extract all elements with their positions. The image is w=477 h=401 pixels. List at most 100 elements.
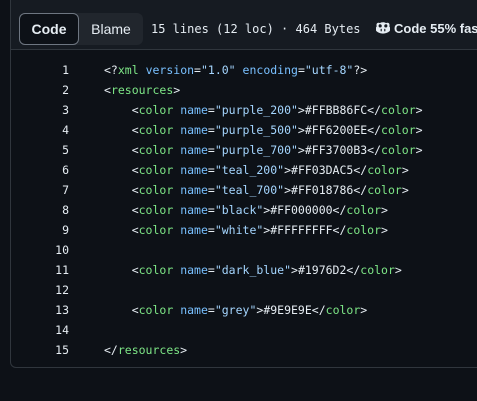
- copilot-button[interactable]: Code 55% faste: [375, 13, 477, 45]
- code-token: name: [180, 183, 208, 197]
- copilot-label: Code 55% faste: [394, 21, 477, 36]
- code-token: "teal_700": [214, 183, 285, 197]
- file-viewer: Code Blame 15 lines (12 loc) · 464 Bytes…: [10, 0, 477, 368]
- file-toolbar: Code Blame 15 lines (12 loc) · 464 Bytes…: [11, 0, 477, 50]
- file-info: 15 lines (12 loc) · 464 Bytes: [151, 22, 361, 36]
- line-number[interactable]: 4: [11, 120, 69, 140]
- code-token: =: [207, 123, 215, 137]
- code-token: ?>: [353, 63, 368, 77]
- code-token: #FF6200EE: [304, 123, 368, 137]
- code-token: >: [401, 183, 409, 197]
- code-token: </: [332, 203, 347, 217]
- code-token: xml: [117, 63, 139, 77]
- code-token: #9E9E9E: [263, 303, 312, 317]
- code-token: >: [415, 103, 423, 117]
- code-token: >: [180, 343, 188, 357]
- line-number[interactable]: 2: [11, 80, 69, 100]
- code-token: "purple_200": [214, 103, 298, 117]
- code-token: </: [311, 303, 326, 317]
- code-token: <: [104, 203, 139, 217]
- line-number[interactable]: 12: [11, 280, 69, 300]
- line-number[interactable]: 15: [11, 340, 69, 360]
- code-token: =: [207, 223, 215, 237]
- blame-tab-button[interactable]: Blame: [79, 13, 143, 45]
- code-token: "utf-8": [304, 63, 354, 77]
- line-number[interactable]: 14: [11, 320, 69, 340]
- line-code: <color name="purple_500">#FF6200EE</colo…: [104, 120, 423, 140]
- code-token: >: [381, 203, 388, 217]
- code-token: </: [353, 183, 368, 197]
- code-token: "dark_blue": [214, 263, 291, 277]
- code-token: >: [291, 263, 298, 277]
- line-number[interactable]: 7: [11, 180, 69, 200]
- code-token: resources: [110, 83, 174, 97]
- code-token: =: [207, 303, 215, 317]
- line-number[interactable]: 6: [11, 160, 69, 180]
- line-code: </resources>: [104, 340, 187, 360]
- code-token: color: [138, 103, 174, 117]
- code-token: name: [180, 223, 208, 237]
- code-line: 15 </resources>: [11, 340, 477, 360]
- code-token: color: [138, 303, 174, 317]
- code-token: resources: [117, 343, 181, 357]
- code-token: </: [346, 263, 361, 277]
- code-token: #FFFFFFFF: [270, 223, 333, 237]
- code-line: 1 <?xml version="1.0" encoding="utf-8"?>: [11, 60, 477, 80]
- code-line: 4 <color name="purple_500">#FF6200EE</co…: [11, 120, 477, 140]
- line-code: <resources>: [104, 80, 180, 100]
- code-token: color: [138, 123, 174, 137]
- line-code: <color name="white">#FFFFFFFF</color>: [104, 220, 388, 240]
- code-area: 1 <?xml version="1.0" encoding="utf-8"?> 2…: [11, 60, 477, 360]
- code-token: </: [353, 163, 368, 177]
- line-number[interactable]: 1: [11, 60, 69, 80]
- line-number[interactable]: 13: [11, 300, 69, 320]
- line-number[interactable]: 3: [11, 100, 69, 120]
- line-number[interactable]: 11: [11, 260, 69, 280]
- code-token: name: [180, 143, 208, 157]
- code-token: >: [401, 163, 409, 177]
- code-token: "black": [214, 203, 264, 217]
- code-token: name: [180, 123, 208, 137]
- code-token: "grey": [214, 303, 257, 317]
- code-token: color: [138, 163, 174, 177]
- line-number[interactable]: 10: [11, 240, 69, 260]
- code-line: 8 <color name="black">#FF000000</color>: [11, 200, 477, 220]
- code-token: color: [138, 203, 174, 217]
- code-token: >: [173, 83, 181, 97]
- code-token: name: [180, 303, 208, 317]
- code-token: name: [180, 203, 208, 217]
- code-token: </: [367, 103, 382, 117]
- code-token: >: [297, 143, 305, 157]
- code-line: 5 <color name="purple_700">#FF3700B3</co…: [11, 140, 477, 160]
- code-token: "1.0": [200, 63, 236, 77]
- code-token: color: [381, 123, 416, 137]
- code-token: <: [104, 223, 139, 237]
- code-token: name: [180, 103, 208, 117]
- code-token: =: [297, 63, 305, 77]
- code-token: color: [325, 303, 361, 317]
- view-mode-toggle: Code Blame: [19, 13, 143, 45]
- line-number[interactable]: 5: [11, 140, 69, 160]
- code-tab-button[interactable]: Code: [19, 13, 79, 45]
- code-line: 13 <color name="grey">#9E9E9E</color>: [11, 300, 477, 320]
- code-line: 11 <color name="dark_blue">#1976D2</colo…: [11, 260, 477, 280]
- code-token: name: [180, 163, 208, 177]
- code-token: #FF018786: [291, 183, 354, 197]
- line-code: <color name="grey">#9E9E9E</color>: [104, 300, 368, 320]
- code-line: 3 <color name="purple_200">#FFBB86FC</co…: [11, 100, 477, 120]
- code-token: >: [284, 163, 292, 177]
- line-code: <color name="dark_blue">#1976D2</color>: [104, 260, 402, 280]
- code-token: <: [104, 143, 139, 157]
- line-number[interactable]: 8: [11, 200, 69, 220]
- code-token: color: [138, 223, 174, 237]
- code-token: <: [104, 303, 139, 317]
- code-token: version: [145, 63, 195, 77]
- line-number[interactable]: 9: [11, 220, 69, 240]
- code-token: =: [194, 63, 201, 77]
- code-token: "teal_200": [214, 163, 285, 177]
- code-token: color: [381, 143, 416, 157]
- code-token: =: [207, 203, 215, 217]
- code-token: <: [104, 83, 111, 97]
- code-token: color: [346, 223, 382, 237]
- code-token: </: [332, 223, 347, 237]
